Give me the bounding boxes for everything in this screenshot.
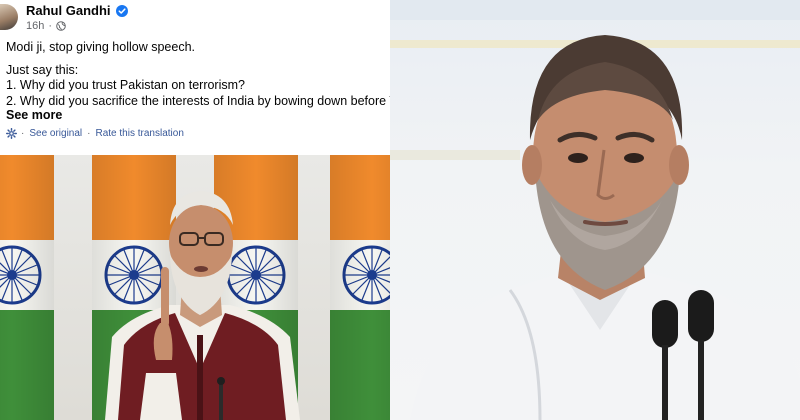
gear-icon	[6, 128, 17, 139]
post-author[interactable]: Rahul Gandhi	[26, 3, 128, 18]
indian-flag	[328, 155, 390, 420]
author-avatar[interactable]	[0, 4, 18, 30]
rate-translation-link[interactable]: Rate this translation	[96, 128, 184, 139]
rahul-gandhi-photo	[390, 0, 800, 420]
post-meta: 16h ·	[26, 20, 66, 32]
modi-speaking-photo	[0, 155, 390, 420]
left-panel: Rahul Gandhi 16h · Modi ji, stop giving …	[0, 0, 390, 420]
see-original-link[interactable]: See original	[29, 128, 82, 139]
facebook-post: Rahul Gandhi 16h · Modi ji, stop giving …	[0, 0, 390, 155]
indian-flag	[0, 155, 56, 420]
translation-dot: ·	[21, 128, 25, 139]
post-line: 1. Why did you trust Pakistan on terrori…	[6, 78, 245, 92]
meta-separator: ·	[48, 20, 53, 32]
modi-photo-illustration	[0, 155, 390, 420]
translation-bar: · See original · Rate this translation	[6, 128, 184, 139]
verified-badge-icon	[115, 4, 128, 17]
post-line: 2. Why did you sacrifice the interests o…	[6, 94, 390, 108]
globe-icon	[56, 21, 66, 31]
rahul-photo-illustration	[390, 0, 800, 420]
post-line: Modi ji, stop giving hollow speech.	[6, 40, 195, 54]
see-more-link[interactable]: See more	[6, 108, 62, 122]
post-time[interactable]: 16h	[26, 20, 44, 32]
author-name[interactable]: Rahul Gandhi	[26, 3, 111, 18]
post-line: Just say this:	[6, 63, 79, 77]
translation-dot: ·	[87, 128, 91, 139]
